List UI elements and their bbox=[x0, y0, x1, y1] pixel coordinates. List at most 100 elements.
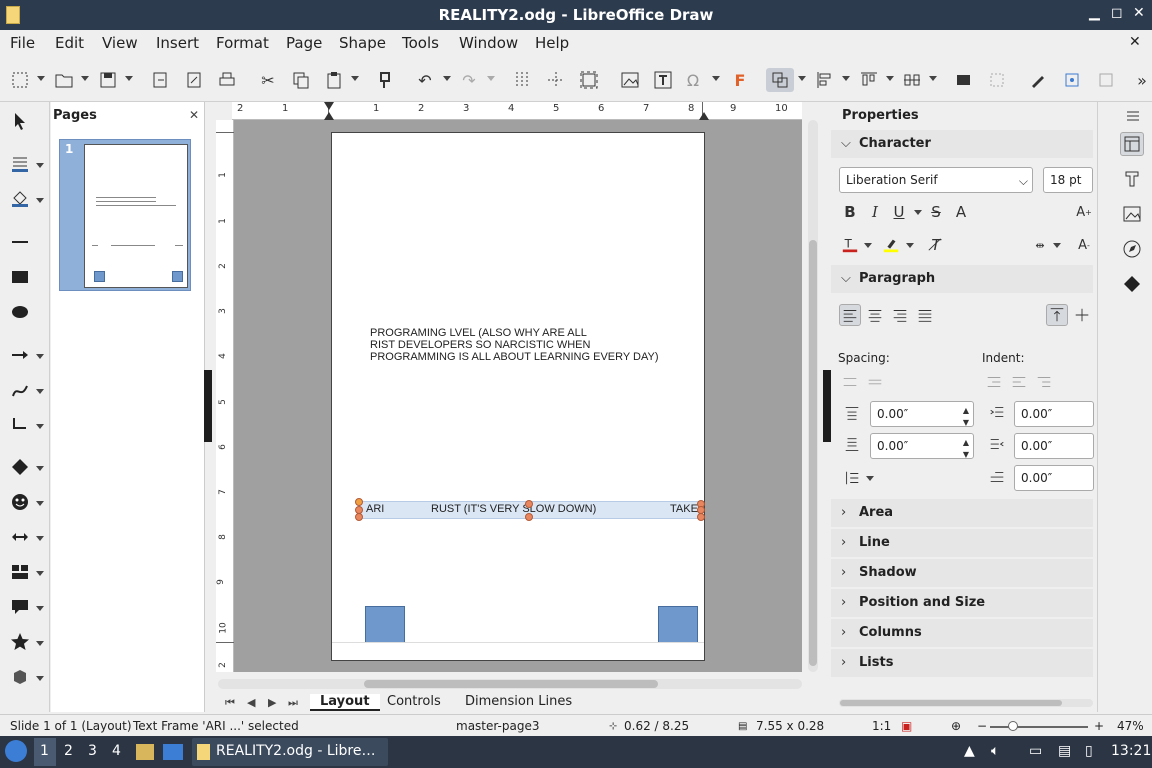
file-manager-icon[interactable] bbox=[136, 744, 154, 760]
symbol-shapes-dropdown-icon[interactable] bbox=[36, 501, 44, 506]
zoom-pan-icon[interactable] bbox=[8, 68, 32, 92]
sidebar-hscrollbar-thumb[interactable] bbox=[840, 700, 1062, 706]
crop-icon[interactable] bbox=[985, 68, 1009, 92]
3d-objects-icon[interactable] bbox=[8, 665, 32, 689]
ellipse-tool-icon[interactable] bbox=[8, 300, 32, 324]
menu-page[interactable]: Page bbox=[286, 34, 322, 52]
last-tab-icon[interactable]: ⏭ bbox=[288, 696, 298, 710]
menu-help[interactable]: Help bbox=[535, 34, 569, 52]
align-middle-icon[interactable] bbox=[1071, 304, 1093, 326]
pages-pane-close-icon[interactable]: ✕ bbox=[189, 108, 199, 122]
maximize-icon[interactable]: ◻ bbox=[1111, 5, 1123, 21]
font-color-icon[interactable]: T bbox=[839, 234, 861, 256]
connector-tool-icon[interactable] bbox=[8, 413, 32, 437]
line-spacing-dropdown-icon[interactable] bbox=[866, 476, 874, 481]
font-color-dropdown-icon[interactable] bbox=[864, 243, 872, 248]
increase-spacing-icon[interactable] bbox=[839, 371, 861, 393]
prev-tab-icon[interactable]: ◀ bbox=[247, 696, 255, 709]
distribute-icon[interactable] bbox=[900, 68, 924, 92]
frame-text-right[interactable]: TAKE bbox=[670, 503, 698, 515]
selection-handle[interactable] bbox=[355, 498, 363, 506]
arrange-icon[interactable] bbox=[857, 68, 881, 92]
blue-rectangle-left[interactable] bbox=[365, 606, 405, 643]
bold-icon[interactable]: B bbox=[839, 201, 861, 223]
character-spacing-dropdown-icon[interactable] bbox=[1053, 243, 1061, 248]
line-color-icon[interactable] bbox=[8, 152, 32, 176]
save-dropdown-icon[interactable] bbox=[125, 76, 133, 81]
transformations-dropdown-icon[interactable] bbox=[798, 76, 806, 81]
stars-icon[interactable] bbox=[8, 630, 32, 654]
align-center-icon[interactable] bbox=[864, 304, 886, 326]
align-dropdown-icon[interactable] bbox=[842, 76, 850, 81]
symbol-shapes-icon[interactable] bbox=[8, 490, 32, 514]
close-document-icon[interactable]: ✕ bbox=[1129, 34, 1141, 50]
spacing-above-field[interactable]: 0.00″ ▲ ▼ bbox=[870, 401, 974, 427]
paste-dropdown-icon[interactable] bbox=[351, 76, 359, 81]
frame-text-center[interactable]: RUST (IT'S VERY SLOW DOWN) bbox=[431, 503, 596, 515]
fill-color-dropdown-icon[interactable] bbox=[36, 198, 44, 203]
section-area[interactable]: › Area bbox=[831, 499, 1093, 527]
update-icon[interactable]: ▲ bbox=[964, 743, 975, 759]
flowchart-icon[interactable] bbox=[8, 560, 32, 584]
fit-page-icon[interactable]: ⊕ bbox=[951, 719, 961, 733]
section-shadow[interactable]: › Shadow bbox=[831, 559, 1093, 587]
deck-properties-icon[interactable] bbox=[1120, 132, 1144, 156]
open-icon[interactable] bbox=[52, 68, 76, 92]
align-objects-icon[interactable] bbox=[813, 68, 837, 92]
arrow-dropdown-icon[interactable] bbox=[36, 354, 44, 359]
heading-line-2[interactable]: RIST DEVELOPERS SO NARCISTIC WHEN bbox=[370, 339, 590, 352]
menu-shape[interactable]: Shape bbox=[339, 34, 386, 52]
zoom-slider[interactable] bbox=[990, 726, 1088, 728]
fill-color-icon[interactable] bbox=[8, 187, 32, 211]
open-dropdown-icon[interactable] bbox=[81, 76, 89, 81]
basic-shapes-icon[interactable] bbox=[8, 455, 32, 479]
cut-icon[interactable]: ✂ bbox=[256, 68, 280, 92]
spacing-below-field[interactable]: 0.00″ ▲ ▼ bbox=[870, 433, 974, 459]
frame-text-left[interactable]: ARI bbox=[366, 503, 384, 515]
tab-dimension-lines[interactable]: Dimension Lines bbox=[455, 694, 582, 709]
document-modified-icon[interactable]: ▣ bbox=[901, 719, 912, 733]
export-pdf-icon[interactable] bbox=[182, 68, 206, 92]
special-character-dropdown-icon[interactable] bbox=[712, 76, 720, 81]
sidebar-collapse-handle[interactable] bbox=[823, 370, 831, 442]
arrange-dropdown-icon[interactable] bbox=[886, 76, 894, 81]
menu-insert[interactable]: Insert bbox=[156, 34, 199, 52]
menu-view[interactable]: View bbox=[102, 34, 138, 52]
drawing-page[interactable]: PROGRAMING LVEL (ALSO WHY ARE ALL RIST D… bbox=[331, 132, 705, 661]
first-line-indent-marker-icon[interactable] bbox=[324, 112, 334, 120]
menu-edit[interactable]: Edit bbox=[55, 34, 84, 52]
stars-dropdown-icon[interactable] bbox=[36, 641, 44, 646]
export-icon[interactable] bbox=[148, 68, 172, 92]
clipboard-icon[interactable]: ▤ bbox=[1058, 743, 1071, 759]
glue-points-icon[interactable] bbox=[1060, 68, 1084, 92]
deck-gallery-icon[interactable] bbox=[1120, 202, 1144, 226]
decrease-font-icon[interactable]: A- bbox=[1073, 234, 1095, 256]
section-columns[interactable]: › Columns bbox=[831, 619, 1093, 647]
insert-textbox-icon[interactable] bbox=[651, 68, 675, 92]
align-top-icon[interactable] bbox=[1046, 304, 1068, 326]
vertical-scrollbar[interactable] bbox=[808, 120, 818, 672]
special-character-icon[interactable]: Ω bbox=[681, 68, 705, 92]
deck-shapes-icon[interactable] bbox=[1120, 272, 1144, 296]
highlight-color-icon[interactable] bbox=[880, 234, 902, 256]
font-size-field[interactable]: 18 pt bbox=[1043, 167, 1093, 193]
indent-after-field[interactable]: 0.00″ bbox=[1014, 433, 1094, 459]
zoom-page-icon[interactable] bbox=[577, 68, 601, 92]
redo-dropdown-icon[interactable] bbox=[487, 76, 495, 81]
workspace-1[interactable]: 1 bbox=[40, 743, 49, 759]
arrow-line-icon[interactable] bbox=[8, 343, 32, 367]
character-spacing-icon[interactable]: ⇹ bbox=[1029, 234, 1051, 256]
sidebar-hscrollbar[interactable] bbox=[839, 699, 1093, 707]
keyboard-icon[interactable]: ▭ bbox=[1029, 743, 1042, 759]
underline-icon[interactable]: U bbox=[888, 201, 910, 223]
indent-first-line-field[interactable]: 0.00″ bbox=[1014, 465, 1094, 491]
print-icon[interactable] bbox=[215, 68, 239, 92]
volume-icon[interactable]: 🔈︎ bbox=[991, 743, 999, 759]
horizontal-scrollbar[interactable] bbox=[218, 679, 802, 689]
section-character[interactable]: ⌵ Character bbox=[831, 130, 1093, 158]
clone-formatting-icon[interactable] bbox=[373, 68, 397, 92]
line-tool-icon[interactable] bbox=[8, 230, 32, 254]
task-libreoffice-draw[interactable]: REALITY2.odg - Libre… bbox=[192, 738, 388, 766]
align-left-icon[interactable] bbox=[839, 304, 861, 326]
line-spacing-icon[interactable] bbox=[841, 467, 863, 489]
